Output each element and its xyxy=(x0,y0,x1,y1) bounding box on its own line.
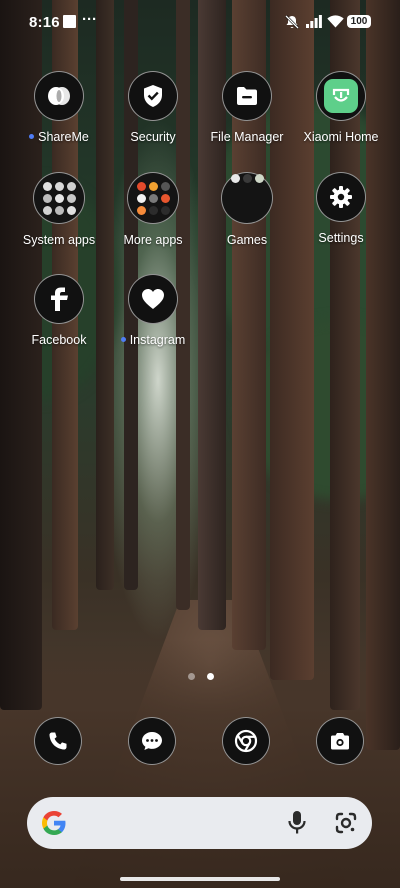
folder-icon xyxy=(222,71,272,121)
notification-icon xyxy=(63,15,76,28)
page-dot-2-active[interactable] xyxy=(207,673,214,680)
app-label: Xiaomi Home xyxy=(303,130,379,144)
google-lens-icon[interactable] xyxy=(335,812,357,834)
chrome-icon xyxy=(234,729,258,753)
app-file-manager[interactable]: File Manager xyxy=(199,71,295,144)
microphone-icon[interactable] xyxy=(287,810,307,836)
gear-icon xyxy=(316,172,366,222)
app-settings[interactable]: Settings xyxy=(293,172,389,245)
silent-mode-icon xyxy=(285,15,299,29)
new-install-dot xyxy=(29,134,35,140)
more-apps-folder-icon xyxy=(127,172,179,224)
app-xiaomi-home[interactable]: Xiaomi Home xyxy=(293,71,389,144)
dock-phone[interactable] xyxy=(34,717,82,765)
system-apps-folder-icon xyxy=(33,172,85,224)
clock: 8:16 xyxy=(29,14,60,31)
app-label: Security xyxy=(130,130,176,144)
camera-icon xyxy=(331,732,349,749)
shield-check-icon xyxy=(128,71,178,121)
app-label: Games xyxy=(226,233,268,247)
message-icon xyxy=(142,732,162,750)
folder-system-apps[interactable]: System apps xyxy=(11,172,107,247)
app-shareme[interactable]: ShareMe xyxy=(11,71,107,144)
more-notifications-icon: ··· xyxy=(82,11,97,28)
wifi-icon xyxy=(327,15,344,28)
shareme-icon xyxy=(34,71,84,121)
dock-camera[interactable] xyxy=(316,717,364,765)
facebook-icon xyxy=(34,274,84,324)
new-install-dot xyxy=(120,337,126,343)
app-facebook[interactable]: Facebook xyxy=(11,274,107,347)
games-folder-icon xyxy=(221,172,273,224)
signal-icon xyxy=(306,15,322,28)
battery-indicator: 100 xyxy=(347,15,371,28)
dock-chrome[interactable] xyxy=(222,717,270,765)
app-instagram[interactable]: Instagram xyxy=(105,274,201,347)
app-label: Instagram xyxy=(129,333,186,347)
app-label: File Manager xyxy=(210,130,284,144)
status-bar: 8:16 ··· 100 xyxy=(0,0,400,44)
mi-home-icon xyxy=(316,71,366,121)
phone-icon xyxy=(49,732,67,750)
app-label: Settings xyxy=(318,231,364,245)
google-logo-icon xyxy=(42,811,66,835)
app-label: ShareMe xyxy=(38,130,89,144)
dock-messages[interactable] xyxy=(128,717,176,765)
folder-more-apps[interactable]: More apps xyxy=(105,172,201,247)
app-label: System apps xyxy=(22,233,96,247)
page-indicator xyxy=(188,673,214,680)
app-label: More apps xyxy=(123,233,183,247)
google-search-bar[interactable] xyxy=(27,797,372,849)
page-dot-1[interactable] xyxy=(188,673,195,680)
heart-icon xyxy=(128,274,178,324)
app-label: Facebook xyxy=(31,333,87,347)
app-security[interactable]: Security xyxy=(105,71,201,144)
folder-games[interactable]: Games xyxy=(199,172,295,247)
gesture-navigation-bar[interactable] xyxy=(120,877,280,881)
